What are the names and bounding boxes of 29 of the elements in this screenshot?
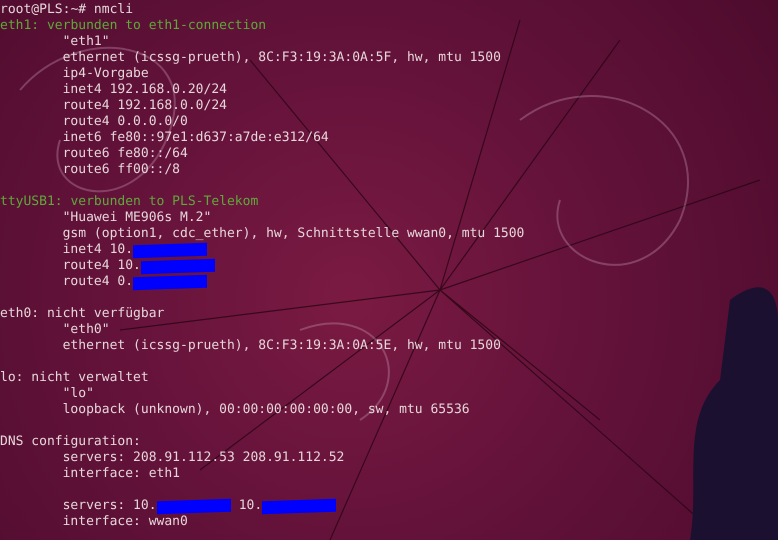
terminal-line: route4 10. bbox=[62, 258, 141, 274]
terminal-line: interface: eth1 bbox=[62, 466, 180, 482]
terminal-line: servers: 208.91.112.53 208.91.112.52 bbox=[62, 450, 344, 466]
terminal-line: eth0: nicht verfügbar bbox=[0, 306, 164, 322]
terminal-line: eth1: verbunden to eth1-connection bbox=[0, 18, 266, 34]
terminal-line: route4 0. bbox=[62, 274, 134, 290]
terminal-line: servers: 10. bbox=[62, 498, 157, 514]
terminal-line: route4 0.0.0.0/0 bbox=[62, 114, 188, 130]
terminal-line: ip4-Vorgabe bbox=[62, 66, 149, 82]
terminal-line: ethernet (icssg-prueth), 8C:F3:19:3A:0A:5F, hw, mtu 1500 bbox=[62, 50, 501, 66]
terminal-line: DNS configuration: bbox=[0, 434, 141, 450]
terminal-line: inet4 192.168.0.20/24 bbox=[62, 82, 227, 98]
terminal-line: route6 ff00::/8 bbox=[62, 162, 180, 178]
terminal-line: root@PLS:~# nmcli bbox=[0, 2, 134, 18]
terminal-line: gsm (option1, cdc_ether), hw, Schnittstelle wwan0, mtu 1500 bbox=[62, 226, 524, 242]
terminal-line: "eth0" bbox=[62, 322, 110, 338]
terminal-line: inet4 10. bbox=[62, 242, 134, 258]
terminal-line: loopback (unknown), 00:00:00:00:00:00, sw, mtu 65536 bbox=[62, 402, 470, 418]
terminal-line: "eth1" bbox=[62, 34, 110, 50]
terminal-line: route6 fe80::/64 bbox=[62, 146, 188, 162]
terminal-line: lo: nicht verwaltet bbox=[0, 370, 149, 386]
terminal-line: ttyUSB1: verbunden to PLS-Telekom bbox=[0, 194, 258, 210]
terminal-line: route4 192.168.0.0/24 bbox=[62, 98, 227, 114]
terminal-line: interface: wwan0 bbox=[62, 514, 188, 530]
terminal-line: "Huawei ME906s M.2" bbox=[62, 210, 212, 226]
terminal-line: inet6 fe80::97e1:d637:a7de:e312/64 bbox=[62, 130, 329, 146]
terminal-line: "lo" bbox=[62, 386, 94, 402]
terminal-line: 10. bbox=[238, 498, 262, 514]
terminal-line: ethernet (icssg-prueth), 8C:F3:19:3A:0A:5E, hw, mtu 1500 bbox=[62, 338, 501, 354]
